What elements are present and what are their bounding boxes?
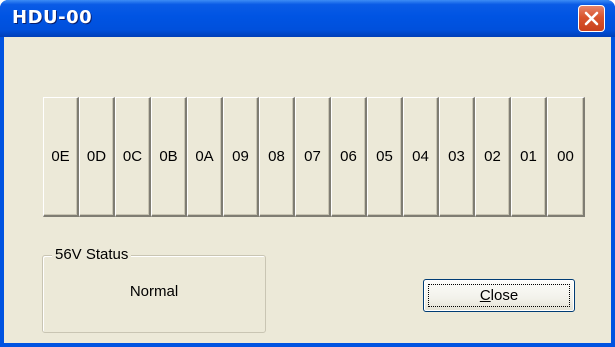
close-button-label: Close [424,280,574,311]
status-label: 56V Status [52,246,132,263]
unit-button-0c[interactable]: 0C [115,97,151,217]
close-x-icon [584,11,599,26]
title-bar[interactable]: HDU-00 [0,0,615,37]
close-button[interactable]: Close [423,279,575,312]
unit-button-07[interactable]: 07 [295,97,331,217]
unit-button-06[interactable]: 06 [331,97,367,217]
unit-button-0d[interactable]: 0D [79,97,115,217]
unit-button-0e[interactable]: 0E [43,97,79,217]
unit-button-0b[interactable]: 0B [151,97,187,217]
unit-button-04[interactable]: 04 [403,97,439,217]
status-groupbox: 56V Status Normal [42,246,266,333]
unit-button-05[interactable]: 05 [367,97,403,217]
unit-button-01[interactable]: 01 [511,97,547,217]
status-value: Normal [129,283,179,300]
dialog-body: 0E 0D 0C 0B 0A 09 08 07 06 05 04 03 02 01 00 56V Statu… [4,37,611,343]
dialog-window: HDU-00 0E 0D 0C 0B 0A 09 08 07 06 05 04 03 02 01 00 56… [0,0,615,347]
unit-button-08[interactable]: 08 [259,97,295,217]
unit-button-09[interactable]: 09 [223,97,259,217]
unit-button-00[interactable]: 00 [547,97,585,217]
window-title: HDU-00 [12,7,93,28]
unit-button-03[interactable]: 03 [439,97,475,217]
close-button-mnemonic: C [479,287,491,304]
unit-button-0a[interactable]: 0A [187,97,223,217]
close-button-label-rest: lose [490,287,519,304]
unit-button-02[interactable]: 02 [475,97,511,217]
close-window-button[interactable] [578,5,605,32]
